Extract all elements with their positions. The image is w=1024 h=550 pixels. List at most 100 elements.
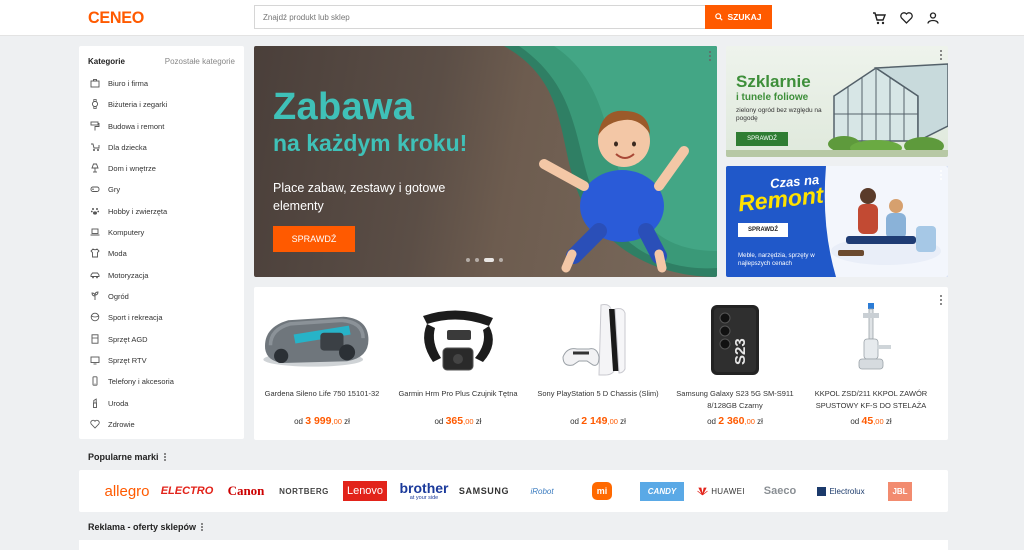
category-moda[interactable]: Moda xyxy=(89,246,127,260)
hero-cta-button[interactable]: SPRAWDŹ xyxy=(273,226,355,252)
paint-roller-icon xyxy=(89,120,101,132)
greenhouse-text: zielony ogród bez względu na pogodę xyxy=(736,107,822,122)
category-label: Ogród xyxy=(108,291,129,301)
category-label: Dla dziecka xyxy=(108,142,147,152)
price-main: 365 xyxy=(445,415,464,427)
svg-text:S23: S23 xyxy=(732,338,749,365)
category-label: Sprzęt RTV xyxy=(108,355,147,365)
product-image: S23 xyxy=(685,299,785,379)
category-label: Hobby i zwierzęta xyxy=(108,206,168,216)
category-dom[interactable]: Dom i wnętrze xyxy=(89,161,156,175)
shop-offers-strip xyxy=(79,540,948,550)
category-agd[interactable]: Sprzęt AGD xyxy=(89,332,148,346)
stroller-icon xyxy=(89,141,101,153)
ads-heading: Reklama - oferty sklepów xyxy=(88,522,205,532)
category-rtv[interactable]: Sprzęt RTV xyxy=(89,353,147,367)
brand-name: brother xyxy=(399,479,449,496)
hero-banner[interactable]: Zabawa na każdym kroku! Place zabaw, zes… xyxy=(254,46,717,277)
brand-name: JBL xyxy=(888,481,912,501)
lamp-icon xyxy=(89,162,101,174)
product-card[interactable]: S23 Samsung Galaxy S23 5G SM-S911 8/128G… xyxy=(667,287,803,440)
product-image xyxy=(548,299,648,379)
brand-canon[interactable]: Canon xyxy=(219,470,273,512)
carousel-dot[interactable] xyxy=(466,258,470,262)
price-main: 3 999 xyxy=(305,415,332,427)
price-main: 45 xyxy=(861,415,874,427)
category-hobby[interactable]: Hobby i zwierzęta xyxy=(89,204,167,218)
category-budowa[interactable]: Budowa i remont xyxy=(89,119,164,133)
brand-xiaomi[interactable]: mi xyxy=(575,470,629,512)
user-account-icon[interactable] xyxy=(925,10,941,26)
category-sport[interactable]: Sport i rekreacja xyxy=(89,310,163,324)
brand-candy[interactable]: CANDY xyxy=(634,470,690,512)
brand-name: SAMSUNG xyxy=(458,486,510,496)
category-motoryzacja[interactable]: Motoryzacja xyxy=(89,268,148,282)
price-cents: ,00 xyxy=(873,417,884,426)
renovation-text: Meble, narzędzia, sprzęty w najlepszych … xyxy=(738,252,815,267)
product-card[interactable]: Gardena Sileno Life 750 15101-32 od 3 99… xyxy=(254,287,390,440)
brand-electrolux[interactable]: Electrolux xyxy=(811,470,871,512)
category-zdrowie[interactable]: Zdrowie xyxy=(89,417,135,431)
search-button-label: SZUKAJ xyxy=(727,12,762,22)
category-telefony[interactable]: Telefony i akcesoria xyxy=(89,374,174,388)
fridge-icon xyxy=(89,333,101,345)
category-uroda[interactable]: Uroda xyxy=(89,396,128,410)
brand-irobot[interactable]: iRobot xyxy=(515,470,569,512)
brands-strip: allegro ELECTRO Canon NORTBERG Lenovo br… xyxy=(79,470,948,512)
greenhouse-banner[interactable]: Szklarnie i tunele foliowe zielony ogród… xyxy=(726,46,948,157)
price-currency: zł xyxy=(620,417,626,426)
carousel-dot-active[interactable] xyxy=(484,258,494,262)
paw-icon xyxy=(89,205,101,217)
carousel-dots[interactable] xyxy=(466,258,503,262)
product-image xyxy=(821,299,921,379)
category-label: Biuro i firma xyxy=(108,78,149,88)
carousel-dot[interactable] xyxy=(475,258,479,262)
brand-saeco[interactable]: Saeco xyxy=(753,470,807,512)
category-ogrod[interactable]: Ogród xyxy=(89,289,129,303)
ceneo-logo[interactable]: CENEO xyxy=(88,8,144,28)
brand-brother[interactable]: brother at your side xyxy=(397,470,451,512)
price-cents: ,00 xyxy=(331,417,342,426)
more-options-icon[interactable] xyxy=(199,523,205,531)
brand-electro[interactable]: ELECTRO xyxy=(159,470,215,512)
search-button[interactable]: SZUKAJ xyxy=(705,5,772,29)
renovation-banner[interactable]: Czas na Remont SPRAWDŹ Meble, narzędzia,… xyxy=(726,166,948,277)
brand-allegro[interactable]: allegro xyxy=(99,470,155,512)
product-card[interactable]: Garmin Hrm Pro Plus Czujnik Tętna od 365… xyxy=(390,287,526,440)
price-currency: zł xyxy=(344,417,350,426)
product-image xyxy=(263,299,372,379)
more-options-icon[interactable] xyxy=(162,453,168,461)
search-input[interactable] xyxy=(254,5,706,29)
heart-pulse-icon xyxy=(89,418,101,430)
category-dla-dziecka[interactable]: Dla dziecka xyxy=(89,140,147,154)
price-cents: ,00 xyxy=(463,417,474,426)
brand-huawei[interactable]: HUAWEI xyxy=(693,470,749,512)
renovation-cta-button[interactable]: SPRAWDŹ xyxy=(738,223,788,237)
more-options-icon[interactable] xyxy=(938,170,944,180)
brand-jbl[interactable]: JBL xyxy=(875,470,925,512)
favorites-heart-icon[interactable] xyxy=(898,10,914,26)
category-label: Biżuteria i zegarki xyxy=(108,99,168,109)
product-card[interactable]: Sony PlayStation 5 D Chassis (Slim) od 2… xyxy=(530,287,666,440)
brand-lenovo[interactable]: Lenovo xyxy=(337,470,393,512)
more-options-icon[interactable] xyxy=(707,51,713,61)
category-label: Uroda xyxy=(108,398,129,408)
category-gry[interactable]: Gry xyxy=(89,182,120,196)
category-komputery[interactable]: Komputery xyxy=(89,225,144,239)
carousel-dot[interactable] xyxy=(499,258,503,262)
greenhouse-cta-button[interactable]: SPRAWDŹ xyxy=(736,132,788,146)
brand-name: Saeco xyxy=(763,485,797,497)
brand-samsung[interactable]: SAMSUNG xyxy=(457,470,511,512)
category-biuro[interactable]: Biuro i firma xyxy=(89,76,148,90)
other-categories-link[interactable]: Pozostałe kategorie xyxy=(165,57,235,66)
greenhouse-subtitle: i tunele foliowe xyxy=(736,92,809,103)
cart-icon[interactable] xyxy=(871,10,887,26)
phone-icon xyxy=(89,375,101,387)
more-options-icon[interactable] xyxy=(938,50,944,60)
categories-sidebar: Kategorie Pozostałe kategorie Biuro i fi… xyxy=(79,46,244,439)
category-bizuteria[interactable]: Biżuteria i zegarki xyxy=(89,97,167,111)
product-card[interactable]: KKPOL ZSD/211 KKPOL ZAWÓR SPUSTOWY KF-S … xyxy=(803,287,939,440)
brand-nortberg[interactable]: NORTBERG xyxy=(277,470,331,512)
hero-title: Zabawa xyxy=(273,86,415,128)
brand-name: Electrolux xyxy=(829,486,865,496)
